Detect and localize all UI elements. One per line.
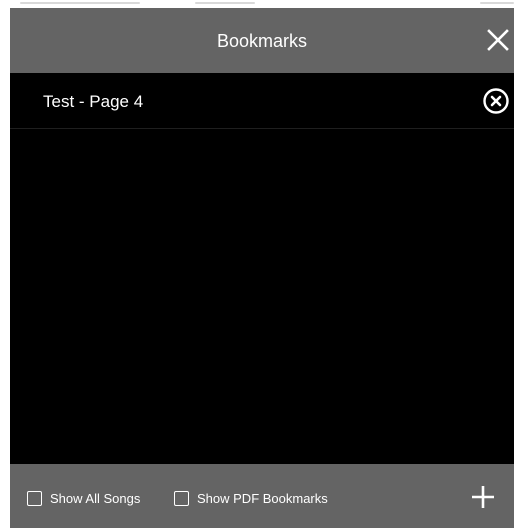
checkbox-box[interactable] [174, 490, 189, 506]
top-strip-segment [20, 2, 140, 4]
show-all-songs-checkbox[interactable]: Show All Songs [27, 488, 140, 508]
dialog-header: Bookmarks [10, 8, 514, 73]
dialog-title: Bookmarks [216, 31, 308, 51]
bookmark-list: Test - Page 4 [10, 73, 514, 463]
checkbox-box[interactable] [27, 490, 42, 506]
delete-bookmark-button[interactable] [482, 87, 510, 115]
show-all-songs-label: Show All Songs [50, 490, 141, 506]
circle-x-icon [483, 88, 509, 114]
bookmark-label: Test - Page 4 [43, 92, 144, 111]
bookmark-item[interactable]: Test - Page 4 [10, 73, 514, 129]
bookmarks-dialog: Bookmarks Test - Page 4 Show All Songs S… [10, 8, 514, 528]
close-icon [487, 29, 509, 51]
show-pdf-bookmarks-label: Show PDF Bookmarks [197, 490, 328, 506]
close-button[interactable] [484, 26, 512, 54]
add-bookmark-button[interactable] [470, 484, 496, 510]
plus-icon [472, 486, 494, 508]
top-strip-segment [195, 2, 255, 4]
show-pdf-bookmarks-checkbox[interactable]: Show PDF Bookmarks [174, 488, 328, 508]
top-strip-segment [480, 2, 514, 4]
dialog-footer: Show All Songs Show PDF Bookmarks [10, 464, 514, 528]
